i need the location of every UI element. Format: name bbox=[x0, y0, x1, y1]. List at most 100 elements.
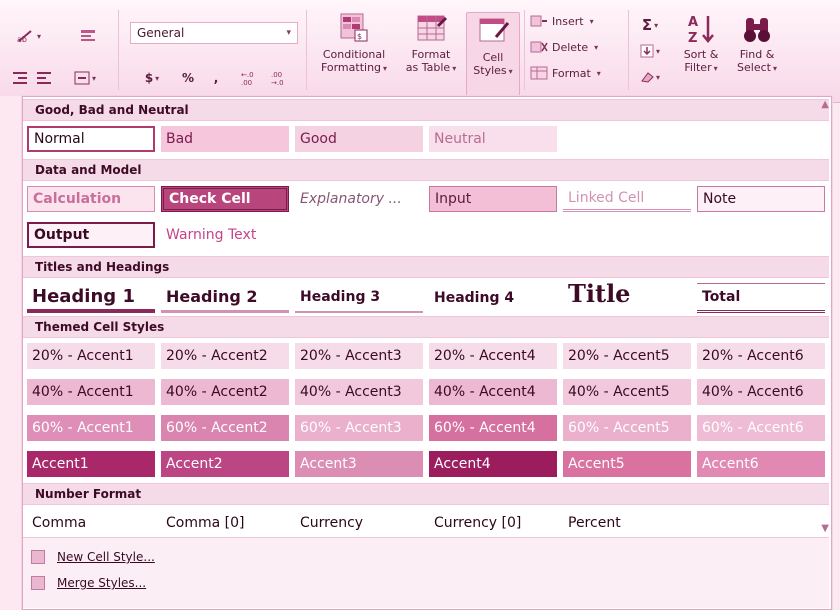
style-linked-cell[interactable]: Linked Cell bbox=[563, 186, 691, 212]
style-calculation[interactable]: Calculation bbox=[27, 186, 155, 212]
style-40-accent4[interactable]: 40% - Accent4 bbox=[429, 379, 557, 405]
conditional-formatting-label-1: Conditional bbox=[322, 48, 386, 61]
number-format-dropdown[interactable]: General ▾ bbox=[130, 22, 298, 44]
delete-label: Delete bbox=[552, 40, 589, 54]
fill-down-icon bbox=[640, 44, 654, 58]
merge-center-button[interactable]: ▾ bbox=[66, 66, 104, 90]
style-40-accent3[interactable]: 40% - Accent3 bbox=[295, 379, 423, 405]
style-heading-3[interactable]: Heading 3 bbox=[295, 283, 423, 313]
style-output[interactable]: Output bbox=[27, 222, 155, 248]
comma-style-button[interactable]: , bbox=[204, 66, 228, 90]
style-60-accent3[interactable]: 60% - Accent3 bbox=[295, 415, 423, 441]
style-currency-0[interactable]: Currency [0] bbox=[429, 510, 557, 536]
delete-cells-button[interactable]: Delete ▾ bbox=[530, 40, 598, 54]
style-warning-text[interactable]: Warning Text bbox=[161, 222, 289, 248]
style-total[interactable]: Total bbox=[697, 283, 825, 313]
sort-filter-icon: AZ bbox=[688, 15, 714, 44]
ribbon-separator bbox=[118, 10, 119, 90]
percent-style-button[interactable]: % bbox=[176, 66, 200, 90]
style-accent3[interactable]: Accent3 bbox=[295, 451, 423, 477]
style-20-accent4[interactable]: 20% - Accent4 bbox=[429, 343, 557, 369]
cell-styles-button[interactable]: Cell Styles ▾ bbox=[466, 12, 520, 96]
style-40-accent6[interactable]: 40% - Accent6 bbox=[697, 379, 825, 405]
svg-text:$: $ bbox=[357, 32, 362, 41]
style-20-accent3[interactable]: 20% - Accent3 bbox=[295, 343, 423, 369]
merge-styles-menu-item[interactable]: Merge Styles... bbox=[31, 576, 146, 590]
style-60-accent4[interactable]: 60% - Accent4 bbox=[429, 415, 557, 441]
style-60-accent2[interactable]: 60% - Accent2 bbox=[161, 415, 289, 441]
style-title[interactable]: Title bbox=[563, 277, 691, 309]
style-20-accent5[interactable]: 20% - Accent5 bbox=[563, 343, 691, 369]
style-60-accent6[interactable]: 60% - Accent6 bbox=[697, 415, 825, 441]
style-accent1[interactable]: Accent1 bbox=[27, 451, 155, 477]
chevron-down-icon: ▾ bbox=[286, 28, 291, 38]
format-cells-button[interactable]: Format ▾ bbox=[530, 66, 601, 80]
sort-filter-button[interactable]: AZ Sort & Filter ▾ bbox=[674, 12, 728, 75]
style-good[interactable]: Good bbox=[295, 126, 423, 152]
svg-text:ab: ab bbox=[17, 35, 27, 43]
scroll-down-icon[interactable]: ▼ bbox=[821, 523, 829, 534]
ribbon: ab ▾ ▾ General ▾ $ ▾ % , ←.0.00 .00 →.0 $ C… bbox=[0, 0, 840, 103]
svg-text:Z: Z bbox=[688, 31, 697, 44]
style-currency[interactable]: Currency bbox=[295, 510, 423, 536]
style-40-accent1[interactable]: 40% - Accent1 bbox=[27, 379, 155, 405]
find-select-button[interactable]: Find & Select ▾ bbox=[730, 12, 784, 75]
style-20-accent2[interactable]: 20% - Accent2 bbox=[161, 343, 289, 369]
style-60-accent1[interactable]: 60% - Accent1 bbox=[27, 415, 155, 441]
cell-styles-label-2: Styles bbox=[473, 64, 507, 77]
style-accent4[interactable]: Accent4 bbox=[429, 451, 557, 477]
style-note[interactable]: Note bbox=[697, 186, 825, 212]
format-as-table-button[interactable]: Format as Table ▾ bbox=[400, 12, 462, 75]
style-bad[interactable]: Bad bbox=[161, 126, 289, 152]
svg-text:.00: .00 bbox=[271, 71, 282, 79]
conditional-formatting-icon: $ bbox=[340, 13, 368, 42]
format-as-table-icon bbox=[417, 15, 448, 41]
comma-label: , bbox=[213, 71, 219, 85]
percent-label: % bbox=[181, 71, 195, 85]
style-accent5[interactable]: Accent5 bbox=[563, 451, 691, 477]
clear-button[interactable]: ▾ bbox=[634, 66, 666, 88]
style-comma[interactable]: Comma bbox=[27, 510, 155, 536]
style-60-accent5[interactable]: 60% - Accent5 bbox=[563, 415, 691, 441]
currency-label: $ bbox=[144, 71, 154, 85]
orientation-button[interactable]: ab ▾ bbox=[8, 24, 50, 48]
fill-button[interactable]: ▾ bbox=[634, 40, 666, 62]
conditional-formatting-button[interactable]: $ Conditional Formatting ▾ bbox=[312, 12, 396, 75]
style-comma-0[interactable]: Comma [0] bbox=[161, 510, 289, 536]
increase-decimal-button[interactable]: ←.0.00 bbox=[238, 66, 266, 90]
scroll-up-icon[interactable]: ▲ bbox=[821, 99, 829, 110]
style-accent6[interactable]: Accent6 bbox=[697, 451, 825, 477]
decrease-indent-button[interactable] bbox=[8, 66, 32, 90]
style-accent2[interactable]: Accent2 bbox=[161, 451, 289, 477]
autosum-button[interactable]: Σ ▾ bbox=[634, 14, 666, 36]
style-heading-2[interactable]: Heading 2 bbox=[161, 283, 289, 313]
style-20-accent6[interactable]: 20% - Accent6 bbox=[697, 343, 825, 369]
cell-styles-gallery: Good, Bad and Neutral Normal Bad Good Ne… bbox=[22, 96, 832, 610]
style-input[interactable]: Input bbox=[429, 186, 557, 212]
increase-indent-button[interactable] bbox=[32, 66, 56, 90]
decrease-decimal-button[interactable]: .00 →.0 bbox=[268, 66, 296, 90]
style-normal[interactable]: Normal bbox=[27, 126, 155, 152]
style-percent[interactable]: Percent bbox=[563, 510, 691, 536]
ribbon-separator bbox=[306, 10, 307, 90]
insert-cells-button[interactable]: Insert ▾ bbox=[530, 14, 594, 28]
format-as-table-label-2: as Table bbox=[405, 61, 451, 74]
orientation-icon: ab bbox=[17, 30, 32, 43]
style-check-cell[interactable]: Check Cell bbox=[161, 186, 289, 212]
find-select-label-1: Find & bbox=[739, 48, 775, 61]
style-40-accent5[interactable]: 40% - Accent5 bbox=[563, 379, 691, 405]
style-40-accent2[interactable]: 40% - Accent2 bbox=[161, 379, 289, 405]
wrap-text-button[interactable] bbox=[76, 24, 100, 48]
format-cells-icon bbox=[530, 66, 548, 80]
find-select-label-2: Select bbox=[737, 61, 771, 74]
style-neutral[interactable]: Neutral bbox=[429, 126, 557, 152]
svg-text:.00: .00 bbox=[241, 79, 252, 86]
style-heading-1[interactable]: Heading 1 bbox=[27, 283, 155, 313]
style-heading-4[interactable]: Heading 4 bbox=[429, 283, 557, 313]
new-cell-style-menu-item[interactable]: New Cell Style... bbox=[31, 550, 155, 564]
cell-styles-icon bbox=[479, 18, 510, 42]
style-20-accent1[interactable]: 20% - Accent1 bbox=[27, 343, 155, 369]
currency-format-button[interactable]: $ ▾ bbox=[132, 66, 172, 90]
style-explanatory[interactable]: Explanatory ... bbox=[295, 186, 423, 212]
binoculars-icon bbox=[744, 18, 770, 42]
